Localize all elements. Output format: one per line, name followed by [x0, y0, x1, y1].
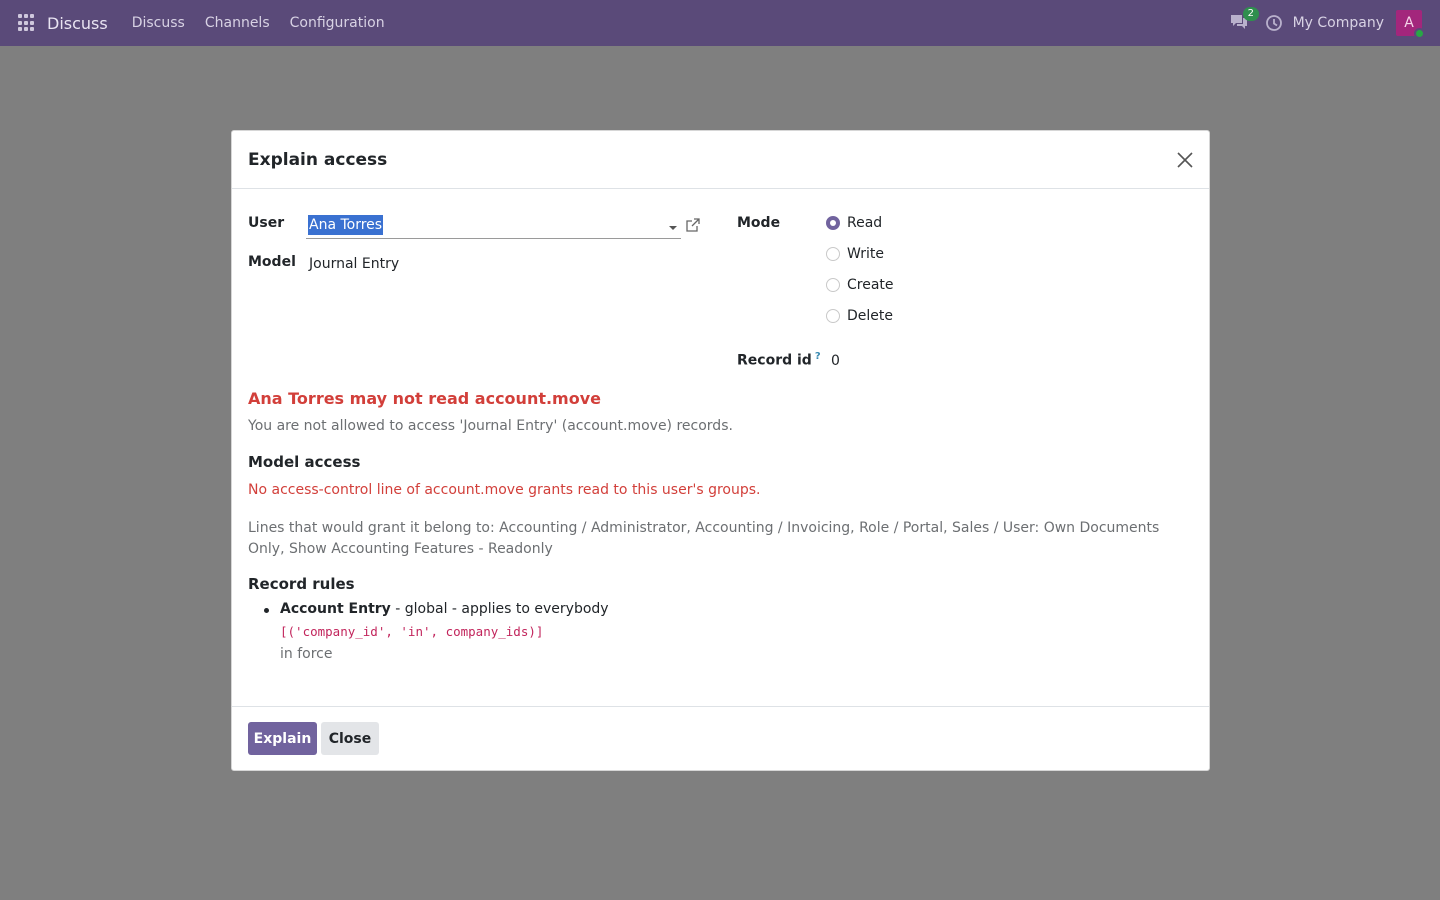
- activity-clock-icon[interactable]: [1265, 14, 1283, 32]
- mode-option-label: Write: [847, 246, 884, 262]
- user-field[interactable]: Ana Torres: [306, 214, 681, 239]
- messaging-count-badge: 2: [1242, 7, 1259, 21]
- mode-option-delete[interactable]: Delete: [826, 308, 893, 324]
- mode-option-label: Delete: [847, 308, 893, 324]
- user-avatar[interactable]: A: [1396, 10, 1425, 39]
- mode-option-label: Read: [847, 215, 883, 231]
- menu-configuration[interactable]: Configuration: [290, 15, 385, 31]
- explain-button[interactable]: Explain: [248, 722, 317, 755]
- app-brand[interactable]: Discuss: [47, 14, 108, 33]
- mode-label: Mode: [737, 215, 781, 231]
- top-navbar: Discuss Discuss Channels Configuration 2…: [0, 0, 1440, 46]
- menu-discuss[interactable]: Discuss: [132, 15, 185, 31]
- mode-option-create[interactable]: Create: [826, 277, 894, 293]
- company-switcher[interactable]: My Company: [1293, 15, 1384, 31]
- model-access-heading: Model access: [248, 453, 361, 471]
- mode-option-write[interactable]: Write: [826, 246, 884, 262]
- model-access-error: No access-control line of account.move g…: [248, 482, 761, 498]
- help-tooltip-icon[interactable]: ?: [815, 351, 821, 362]
- rule-item: Account Entry - global - applies to ever…: [280, 601, 609, 617]
- dialog-header: Explain access: [232, 131, 1209, 189]
- rule-scope: - global - applies to everybody: [390, 601, 609, 617]
- dialog-title: Explain access: [248, 150, 388, 170]
- messaging-icon[interactable]: 2: [1229, 7, 1259, 33]
- mode-option-read[interactable]: Read: [826, 215, 882, 231]
- mode-option-label: Create: [847, 277, 894, 293]
- access-result-title: Ana Torres may not read account.move: [248, 389, 601, 408]
- record-rules-heading: Record rules: [248, 575, 355, 593]
- rule-name: Account Entry: [280, 601, 391, 617]
- radio-create[interactable]: [826, 278, 840, 292]
- rule-status: in force: [280, 646, 333, 662]
- close-button[interactable]: Close: [321, 722, 379, 755]
- navbar-systray: 2 My Company A: [1229, 0, 1440, 46]
- list-bullet: [264, 608, 269, 613]
- avatar-letter: A: [1404, 15, 1414, 31]
- model-value: Journal Entry: [309, 256, 400, 272]
- apps-grid-icon[interactable]: [18, 14, 36, 32]
- granting-groups-text: Lines that would grant it belong to: Acc…: [248, 520, 1160, 557]
- explain-access-dialog: Explain access User Ana Torres Model Jou…: [231, 130, 1210, 771]
- access-result-subtitle: You are not allowed to access 'Journal E…: [248, 418, 733, 434]
- main-menu: Discuss Channels Configuration: [122, 15, 395, 31]
- rule-domain: [('company_id', 'in', company_ids)]: [280, 624, 544, 639]
- user-label: User: [248, 215, 285, 231]
- chevron-down-icon[interactable]: [669, 226, 677, 230]
- dialog-footer: Explain Close: [232, 706, 1209, 771]
- close-icon[interactable]: [1175, 150, 1195, 170]
- record-id-label: Record id?: [737, 351, 821, 369]
- radio-delete[interactable]: [826, 309, 840, 323]
- model-label: Model: [248, 254, 296, 270]
- online-status-dot: [1414, 28, 1425, 39]
- record-id-field[interactable]: 0: [831, 353, 840, 369]
- record-id-label-text: Record id: [737, 352, 812, 369]
- menu-channels[interactable]: Channels: [205, 15, 270, 31]
- radio-write[interactable]: [826, 247, 840, 261]
- external-link-icon[interactable]: [685, 217, 701, 233]
- user-field-value[interactable]: Ana Torres: [308, 215, 384, 235]
- radio-read[interactable]: [826, 216, 840, 230]
